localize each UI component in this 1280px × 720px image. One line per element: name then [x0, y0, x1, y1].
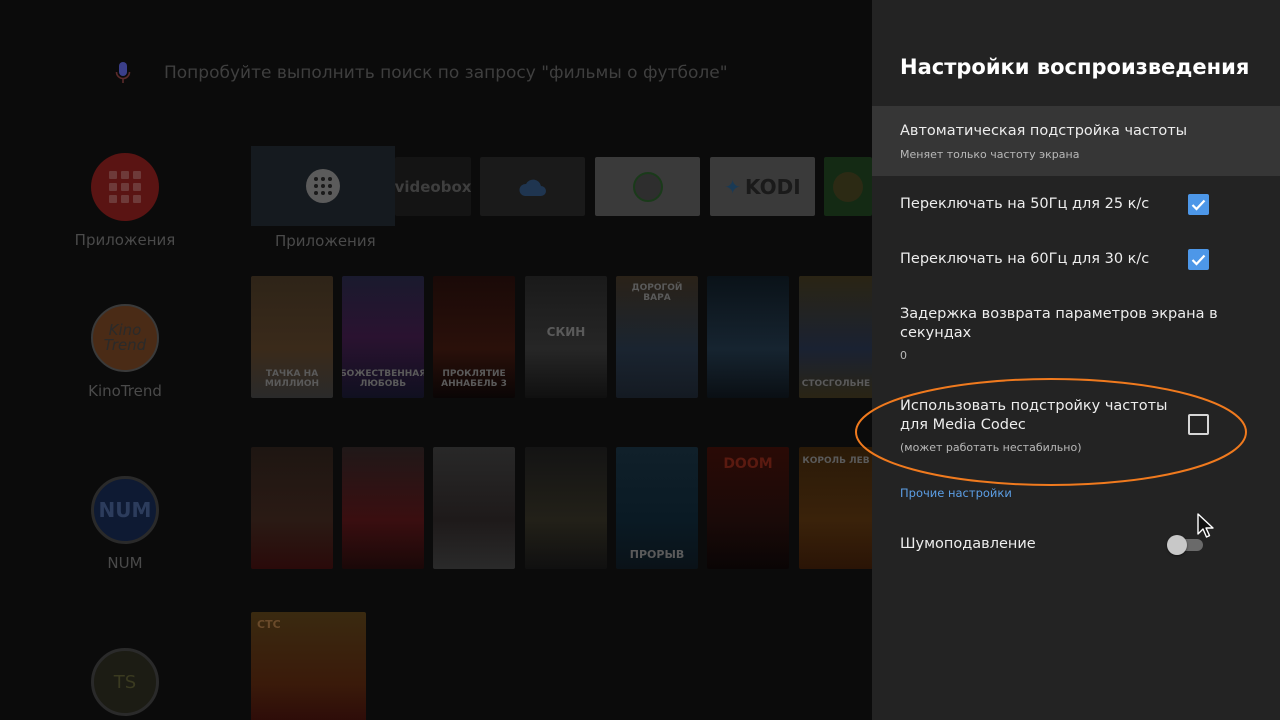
setting-noise-reduction[interactable]: Шумоподавление — [872, 522, 1280, 568]
check-icon — [1191, 199, 1206, 211]
search-hint: Попробуйте выполнить поиск по запросу "ф… — [164, 63, 728, 83]
setting-value: 0 — [900, 349, 907, 362]
channel-kinotrend[interactable]: Kino Trend KinoTrend — [70, 304, 180, 400]
setting-media-codec[interactable]: Использовать подстройку частоты для Medi… — [872, 392, 1280, 462]
setting-title: Шумоподавление — [900, 536, 1036, 552]
apps-grid-icon — [91, 153, 159, 221]
setting-auto-refresh-rate[interactable]: Автоматическая подстройка частоты Меняет… — [872, 106, 1280, 176]
channel-label: NUM — [107, 554, 143, 572]
cloud-icon — [518, 179, 546, 196]
app-tile-cloud[interactable] — [480, 157, 585, 216]
noise-reduction-toggle[interactable] — [1167, 535, 1205, 555]
kinotrend-logo: Kino Trend — [91, 304, 159, 372]
poster[interactable]: СКИН — [525, 276, 607, 398]
poster[interactable]: СТОСГОЛЬНЕ — [799, 276, 872, 398]
poster[interactable] — [433, 447, 515, 569]
channel-ts[interactable]: TS — [70, 648, 180, 716]
launcher-background: Попробуйте выполнить поиск по запросу "ф… — [0, 0, 872, 720]
check-icon — [1191, 254, 1206, 266]
playback-settings-panel: Настройки воспроизведения Автоматическая… — [872, 0, 1280, 720]
app-tile-videobox[interactable]: videobox — [395, 157, 471, 216]
poster[interactable] — [342, 447, 424, 569]
poster[interactable]: БОЖЕСТВЕННАЯ ЛЮБОВЬ — [342, 276, 424, 398]
poster[interactable]: КОРОЛЬ ЛЕВ — [799, 447, 872, 569]
setting-subtitle: Меняет только частоту экрана — [900, 148, 1080, 161]
checkbox-media-codec[interactable] — [1188, 414, 1209, 435]
setting-title: Автоматическая подстройка частоты — [900, 123, 1188, 139]
app-tile-green[interactable] — [595, 157, 700, 216]
green-app-icon — [632, 171, 663, 202]
poster[interactable]: DOOM — [707, 447, 789, 569]
kodi-icon: ✦ — [724, 174, 742, 199]
setting-title: Использовать подстройку частоты для Medi… — [900, 398, 1168, 433]
panel-title: Настройки воспроизведения — [900, 55, 1250, 79]
setting-title: Задержка возврата параметров экрана в се… — [900, 306, 1218, 341]
apps-dots-icon — [306, 169, 340, 203]
poster[interactable]: ПРОКЛЯТИЕ АННАБЕЛЬ 3 — [433, 276, 515, 398]
setting-switch-60hz[interactable]: Переключать на 60Гц для 30 к/с — [872, 235, 1280, 283]
setting-subtitle: (может работать нестабильно) — [900, 441, 1082, 454]
setting-title: Переключать на 50Гц для 25 к/с — [900, 196, 1150, 212]
focused-app-tile[interactable] — [251, 146, 395, 226]
ts-app-icon — [833, 171, 863, 202]
app-tile-kodi[interactable]: ✦ KODI — [710, 157, 815, 216]
poster[interactable]: ПРОРЫВ — [616, 447, 698, 569]
app-tile-ts[interactable] — [824, 157, 872, 216]
setting-title: Переключать на 60Гц для 30 к/с — [900, 251, 1150, 267]
poster[interactable]: СТС — [251, 612, 366, 720]
search-bar[interactable]: Попробуйте выполнить поиск по запросу "ф… — [110, 58, 728, 88]
num-logo: NUM — [91, 476, 159, 544]
poster[interactable]: ДОРОГОЙ ВАРА — [616, 276, 698, 398]
toggle-thumb — [1167, 535, 1187, 555]
setting-switch-50hz[interactable]: Переключать на 50Гц для 25 к/с — [872, 180, 1280, 228]
setting-restore-delay[interactable]: Задержка возврата параметров экрана в се… — [872, 300, 1280, 370]
poster[interactable] — [525, 447, 607, 569]
checkbox-60hz[interactable] — [1188, 249, 1209, 270]
poster[interactable]: ТАЧКА НА МИЛЛИОН — [251, 276, 333, 398]
focused-app-label: Приложения — [275, 232, 376, 250]
ts-logo: TS — [91, 648, 159, 716]
poster[interactable] — [251, 447, 333, 569]
checkbox-50hz[interactable] — [1188, 194, 1209, 215]
channel-label: Приложения — [74, 231, 176, 249]
poster[interactable] — [707, 276, 789, 398]
channel-apps[interactable]: Приложения — [70, 153, 180, 249]
channel-label: KinoTrend — [88, 382, 162, 400]
microphone-icon[interactable] — [110, 60, 136, 86]
channel-num[interactable]: NUM NUM — [70, 476, 180, 572]
section-header-other: Прочие настройки — [900, 486, 1012, 500]
